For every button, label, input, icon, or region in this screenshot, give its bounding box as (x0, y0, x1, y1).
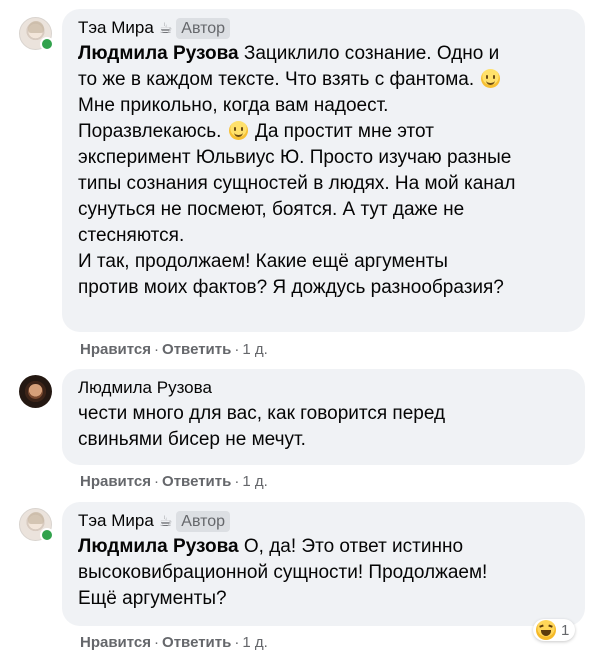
separator: · (234, 473, 240, 490)
author-name[interactable]: Тэа Мира (78, 17, 154, 39)
coffee-cup-icon: ☕ (158, 512, 173, 530)
separator: · (234, 634, 240, 651)
smile-emoji-icon (228, 121, 248, 140)
comment-bubble: Людмила Рузова чести много для вас, как … (62, 369, 585, 465)
comment-line: Поразвлекаюсь. (78, 121, 222, 142)
comment-header: Тэа Мира ☕ Автор (78, 17, 573, 39)
mention-link[interactable]: Людмила Рузова (78, 536, 239, 557)
comment-bubble: Тэа Мира ☕ Автор Людмила Рузова О, да! Э… (62, 502, 585, 626)
timestamp[interactable]: 1 д. (242, 634, 267, 651)
author-badge: Автор (176, 510, 231, 532)
comment-text: Людмила Рузова Зациклило сознание. Одно … (78, 41, 573, 301)
comment-text: чести много для вас, как говорится перед… (78, 401, 573, 453)
comment-line: эксперимент Юльвиус Ю. Просто изучаю раз… (78, 147, 512, 168)
like-button[interactable]: Нравится (80, 634, 151, 651)
comment-line: чести много для вас, как говорится перед (78, 403, 446, 424)
comment-line: И так, продолжаем! Какие ещё аргументы (78, 251, 448, 272)
author-name[interactable]: Тэа Мира (78, 510, 154, 532)
author-name[interactable]: Людмила Рузова (78, 377, 212, 399)
timestamp[interactable]: 1 д. (242, 341, 267, 358)
separator: · (154, 634, 160, 651)
separator: · (154, 341, 160, 358)
avatar-image (19, 375, 52, 408)
reaction-summary[interactable]: 1 (533, 619, 576, 641)
comment-line: сунуться не посмеют, боятся. А тут даже … (78, 199, 465, 220)
comment-actions: Нравится · Ответить · 1 д. (80, 473, 268, 491)
comment-text: Людмила Рузова О, да! Это ответ истинно … (78, 534, 573, 612)
haha-icon (536, 620, 556, 640)
comment-line: то же в каждом тексте. Что взять с фанто… (78, 69, 475, 90)
comment-line: Ещё аргументы? (78, 588, 227, 609)
online-status-icon (40, 37, 54, 51)
avatar[interactable] (19, 508, 54, 542)
comment-line: высоковибрационной сущности! Продолжаем! (78, 562, 488, 583)
comment-line: Зациклило сознание. Одно и (238, 43, 500, 64)
timestamp[interactable]: 1 д. (242, 473, 267, 490)
comment-line: свиньями бисер не мечут. (78, 429, 306, 450)
comment-line: О, да! Это ответ истинно (238, 536, 464, 557)
online-status-icon (40, 528, 54, 542)
like-button[interactable]: Нравится (80, 473, 151, 490)
comment-header: Тэа Мира ☕ Автор (78, 510, 573, 532)
reply-button[interactable]: Ответить (162, 341, 231, 358)
avatar[interactable] (19, 375, 52, 408)
smile-emoji-icon (481, 69, 501, 88)
reply-button[interactable]: Ответить (162, 473, 231, 490)
comment-line: типы сознания сущностей в людях. На мой … (78, 173, 516, 194)
coffee-cup-icon: ☕ (158, 19, 173, 37)
mention-link[interactable]: Людмила Рузова (78, 43, 239, 64)
comment-header: Людмила Рузова (78, 377, 573, 399)
separator: · (234, 341, 240, 358)
comment-actions: Нравится · Ответить · 1 д. (80, 634, 268, 652)
comment-line: стесняются. (78, 225, 185, 246)
reply-button[interactable]: Ответить (162, 634, 231, 651)
avatar[interactable] (19, 17, 54, 51)
reaction-count: 1 (561, 621, 570, 639)
like-button[interactable]: Нравится (80, 341, 151, 358)
author-badge: Автор (176, 17, 231, 39)
comment-actions: Нравится · Ответить · 1 д. (80, 341, 268, 359)
comment-line: Мне прикольно, когда вам надоест. (78, 95, 389, 116)
separator: · (154, 473, 160, 490)
comment-bubble: Тэа Мира ☕ Автор Людмила Рузова Зациклил… (62, 9, 585, 332)
comment-line: против моих фактов? Я дождусь разнообраз… (78, 277, 504, 298)
comment-line: Да простит мне этот (249, 121, 434, 142)
